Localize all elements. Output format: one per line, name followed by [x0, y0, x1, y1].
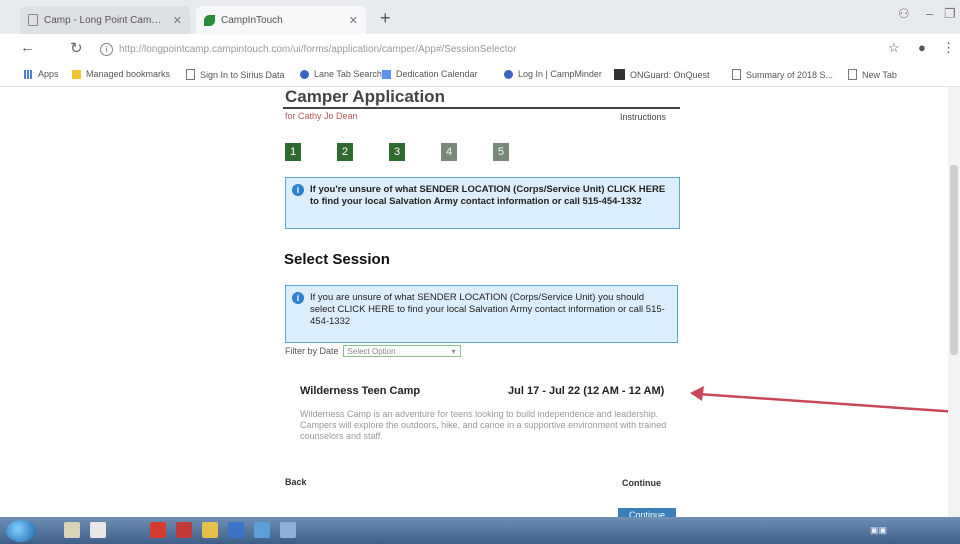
chrome-icon[interactable]	[202, 522, 218, 538]
scrollbar-thumb[interactable]	[950, 165, 958, 355]
outlook-icon[interactable]	[228, 522, 244, 538]
taskbar: ▣▣	[0, 517, 960, 544]
start-button-icon[interactable]	[6, 520, 36, 542]
system-tray-icon[interactable]: ▣▣	[870, 525, 887, 536]
app-icon[interactable]	[150, 522, 166, 538]
annotation-arrow	[690, 386, 959, 414]
app-icon[interactable]	[280, 522, 296, 538]
explorer-icon[interactable]	[64, 522, 80, 538]
annotation-arrow-head	[690, 386, 704, 401]
app-icon[interactable]	[176, 522, 192, 538]
page-scrollbar[interactable]	[948, 87, 960, 517]
media-icon[interactable]	[90, 522, 106, 538]
app-icon[interactable]	[254, 522, 270, 538]
annotation-arrow-line	[697, 392, 959, 414]
